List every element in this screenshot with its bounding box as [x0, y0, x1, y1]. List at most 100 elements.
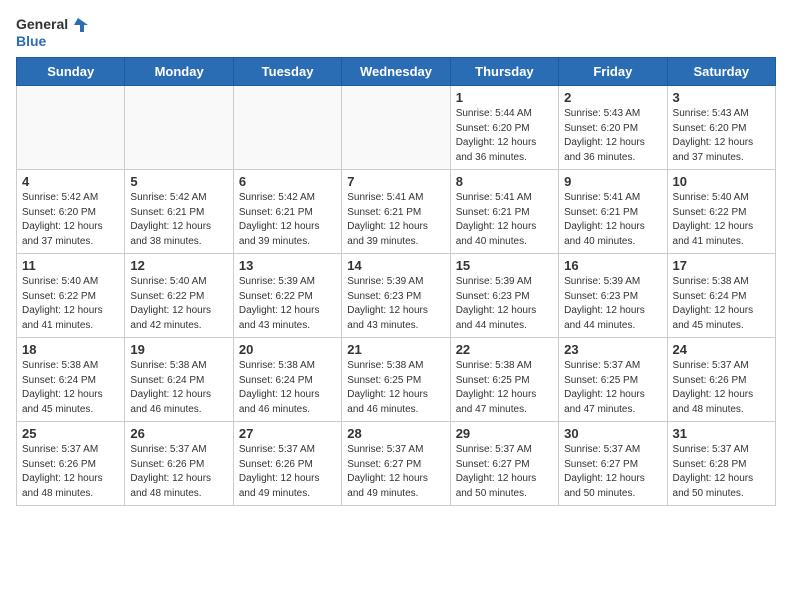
day-cell	[342, 86, 450, 170]
day-number: 28	[347, 426, 444, 441]
calendar: SundayMondayTuesdayWednesdayThursdayFrid…	[16, 57, 776, 506]
day-info: Sunrise: 5:42 AM Sunset: 6:21 PM Dayligh…	[130, 191, 227, 249]
logo-blue-text: Blue	[16, 34, 88, 49]
day-cell: 21 Sunrise: 5:38 AM Sunset: 6:25 PM Dayli…	[342, 338, 450, 422]
day-cell: 12Sunrise: 5:40 AM Sunset: 6:22 PM Dayli…	[125, 254, 233, 338]
day-number: 10	[673, 174, 770, 189]
day-number: 16	[564, 258, 661, 273]
day-info: Sunrise: 5:39 AM Sunset: 6:23 PM Dayligh…	[564, 275, 661, 333]
day-cell: 3 Sunrise: 5:43 AM Sunset: 6:20 PM Daylig…	[667, 86, 775, 170]
day-info: Sunrise: 5:38 AM Sunset: 6:24 PM Dayligh…	[673, 275, 770, 333]
day-info: Sunrise: 5:44 AM Sunset: 6:20 PM Dayligh…	[456, 107, 553, 165]
day-cell	[125, 86, 233, 170]
logo-general-row: General	[16, 16, 88, 34]
day-cell: 26 Sunrise: 5:37 AM Sunset: 6:26 PM Dayli…	[125, 422, 233, 506]
week-row-5: 25 Sunrise: 5:37 AM Sunset: 6:26 PM Dayli…	[17, 422, 776, 506]
day-info: Sunrise: 5:40 AM Sunset: 6:22 PM Dayligh…	[130, 275, 227, 333]
day-info: Sunrise: 5:37 AM Sunset: 6:28 PM Dayligh…	[673, 443, 770, 501]
day-header-sunday: Sunday	[17, 58, 125, 86]
day-info: Sunrise: 5:38 AM Sunset: 6:25 PM Dayligh…	[456, 359, 553, 417]
day-number: 9	[564, 174, 661, 189]
day-info: Sunrise: 5:37 AM Sunset: 6:27 PM Dayligh…	[564, 443, 661, 501]
day-number: 22	[456, 342, 553, 357]
day-info: Sunrise: 5:39 AM Sunset: 6:22 PM Dayligh…	[239, 275, 336, 333]
day-info: Sunrise: 5:37 AM Sunset: 6:26 PM Dayligh…	[130, 443, 227, 501]
day-cell: 16 Sunrise: 5:39 AM Sunset: 6:23 PM Dayli…	[559, 254, 667, 338]
logo: General Blue	[16, 16, 88, 49]
day-number: 25	[22, 426, 119, 441]
logo-arrow-icon	[70, 16, 88, 34]
days-header-row: SundayMondayTuesdayWednesdayThursdayFrid…	[17, 58, 776, 86]
day-cell: 6 Sunrise: 5:42 AM Sunset: 6:21 PM Daylig…	[233, 170, 341, 254]
day-number: 18	[22, 342, 119, 357]
day-number: 19	[130, 342, 227, 357]
day-number: 20	[239, 342, 336, 357]
day-cell: 11 Sunrise: 5:40 AM Sunset: 6:22 PM Dayli…	[17, 254, 125, 338]
week-row-4: 18 Sunrise: 5:38 AM Sunset: 6:24 PM Dayli…	[17, 338, 776, 422]
day-number: 21	[347, 342, 444, 357]
day-info: Sunrise: 5:42 AM Sunset: 6:20 PM Dayligh…	[22, 191, 119, 249]
calendar-body: 1 Sunrise: 5:44 AM Sunset: 6:20 PM Daylig…	[17, 86, 776, 506]
day-number: 30	[564, 426, 661, 441]
day-number: 29	[456, 426, 553, 441]
week-row-3: 11 Sunrise: 5:40 AM Sunset: 6:22 PM Dayli…	[17, 254, 776, 338]
day-number: 3	[673, 90, 770, 105]
day-number: 14	[347, 258, 444, 273]
day-cell: 9Sunrise: 5:41 AM Sunset: 6:21 PM Daylig…	[559, 170, 667, 254]
day-cell: 2Sunrise: 5:43 AM Sunset: 6:20 PM Daylig…	[559, 86, 667, 170]
day-info: Sunrise: 5:41 AM Sunset: 6:21 PM Dayligh…	[456, 191, 553, 249]
day-cell: 31Sunrise: 5:37 AM Sunset: 6:28 PM Dayli…	[667, 422, 775, 506]
day-info: Sunrise: 5:38 AM Sunset: 6:24 PM Dayligh…	[22, 359, 119, 417]
day-info: Sunrise: 5:39 AM Sunset: 6:23 PM Dayligh…	[347, 275, 444, 333]
day-cell: 4 Sunrise: 5:42 AM Sunset: 6:20 PM Daylig…	[17, 170, 125, 254]
day-cell: 29Sunrise: 5:37 AM Sunset: 6:27 PM Dayli…	[450, 422, 558, 506]
day-cell: 24 Sunrise: 5:37 AM Sunset: 6:26 PM Dayli…	[667, 338, 775, 422]
day-info: Sunrise: 5:37 AM Sunset: 6:27 PM Dayligh…	[347, 443, 444, 501]
day-info: Sunrise: 5:37 AM Sunset: 6:25 PM Dayligh…	[564, 359, 661, 417]
day-info: Sunrise: 5:38 AM Sunset: 6:24 PM Dayligh…	[130, 359, 227, 417]
day-info: Sunrise: 5:39 AM Sunset: 6:23 PM Dayligh…	[456, 275, 553, 333]
day-number: 8	[456, 174, 553, 189]
day-cell: 8 Sunrise: 5:41 AM Sunset: 6:21 PM Daylig…	[450, 170, 558, 254]
day-number: 24	[673, 342, 770, 357]
day-cell: 18 Sunrise: 5:38 AM Sunset: 6:24 PM Dayli…	[17, 338, 125, 422]
day-info: Sunrise: 5:43 AM Sunset: 6:20 PM Dayligh…	[673, 107, 770, 165]
day-cell: 7 Sunrise: 5:41 AM Sunset: 6:21 PM Daylig…	[342, 170, 450, 254]
day-header-tuesday: Tuesday	[233, 58, 341, 86]
day-info: Sunrise: 5:41 AM Sunset: 6:21 PM Dayligh…	[347, 191, 444, 249]
day-number: 1	[456, 90, 553, 105]
day-cell: 10Sunrise: 5:40 AM Sunset: 6:22 PM Dayli…	[667, 170, 775, 254]
day-number: 13	[239, 258, 336, 273]
day-info: Sunrise: 5:38 AM Sunset: 6:24 PM Dayligh…	[239, 359, 336, 417]
day-cell	[233, 86, 341, 170]
day-cell	[17, 86, 125, 170]
week-row-1: 1 Sunrise: 5:44 AM Sunset: 6:20 PM Daylig…	[17, 86, 776, 170]
day-cell: 30 Sunrise: 5:37 AM Sunset: 6:27 PM Dayli…	[559, 422, 667, 506]
day-number: 4	[22, 174, 119, 189]
day-number: 6	[239, 174, 336, 189]
day-cell: 25 Sunrise: 5:37 AM Sunset: 6:26 PM Dayli…	[17, 422, 125, 506]
day-info: Sunrise: 5:37 AM Sunset: 6:26 PM Dayligh…	[673, 359, 770, 417]
logo-container: General Blue	[16, 16, 88, 49]
day-cell: 22 Sunrise: 5:38 AM Sunset: 6:25 PM Dayli…	[450, 338, 558, 422]
day-cell: 17Sunrise: 5:38 AM Sunset: 6:24 PM Dayli…	[667, 254, 775, 338]
day-info: Sunrise: 5:42 AM Sunset: 6:21 PM Dayligh…	[239, 191, 336, 249]
day-number: 7	[347, 174, 444, 189]
day-info: Sunrise: 5:38 AM Sunset: 6:25 PM Dayligh…	[347, 359, 444, 417]
day-cell: 14 Sunrise: 5:39 AM Sunset: 6:23 PM Dayli…	[342, 254, 450, 338]
day-number: 27	[239, 426, 336, 441]
day-header-wednesday: Wednesday	[342, 58, 450, 86]
day-info: Sunrise: 5:40 AM Sunset: 6:22 PM Dayligh…	[22, 275, 119, 333]
day-cell: 28 Sunrise: 5:37 AM Sunset: 6:27 PM Dayli…	[342, 422, 450, 506]
logo-general-text: General	[16, 17, 68, 32]
day-cell: 15Sunrise: 5:39 AM Sunset: 6:23 PM Dayli…	[450, 254, 558, 338]
day-cell: 5Sunrise: 5:42 AM Sunset: 6:21 PM Daylig…	[125, 170, 233, 254]
day-number: 11	[22, 258, 119, 273]
day-header-monday: Monday	[125, 58, 233, 86]
day-cell: 20 Sunrise: 5:38 AM Sunset: 6:24 PM Dayli…	[233, 338, 341, 422]
week-row-2: 4 Sunrise: 5:42 AM Sunset: 6:20 PM Daylig…	[17, 170, 776, 254]
day-info: Sunrise: 5:37 AM Sunset: 6:26 PM Dayligh…	[22, 443, 119, 501]
day-cell: 27Sunrise: 5:37 AM Sunset: 6:26 PM Dayli…	[233, 422, 341, 506]
day-number: 26	[130, 426, 227, 441]
day-number: 2	[564, 90, 661, 105]
